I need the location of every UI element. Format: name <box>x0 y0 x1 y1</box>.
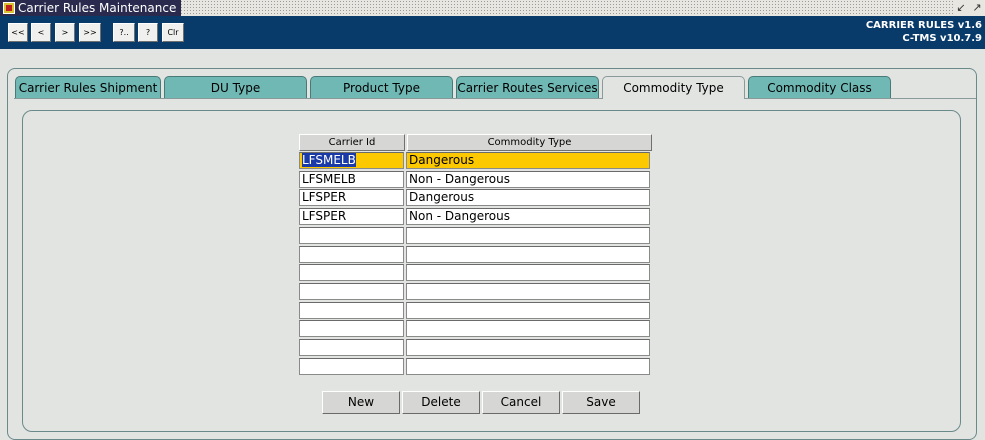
carrier-id-cell[interactable]: LFSMELB <box>299 152 404 169</box>
commodity-type-cell[interactable] <box>406 246 650 263</box>
app-icon <box>3 2 15 14</box>
version-info: CARRIER RULES v1.6 C-TMS v10.7.9 <box>866 19 982 45</box>
carrier-id-cell[interactable] <box>299 283 404 300</box>
previous-record-button[interactable]: < <box>31 23 51 42</box>
first-record-button[interactable]: << <box>8 23 28 42</box>
clear-button[interactable]: Clr <box>162 23 184 42</box>
carrier-id-cell[interactable] <box>299 227 404 244</box>
tab-carrier-routes-services[interactable]: Carrier Routes Services <box>456 76 599 98</box>
commodity-type-cell[interactable] <box>406 320 650 337</box>
tab-product-type[interactable]: Product Type <box>310 76 453 98</box>
commodity-type-cell[interactable]: Dangerous <box>406 152 650 169</box>
tab-commodity-class[interactable]: Commodity Class <box>748 76 891 98</box>
commodity-type-cell[interactable]: Dangerous <box>406 189 650 206</box>
carrier-id-cell[interactable] <box>299 339 404 356</box>
carrier-id-cell[interactable] <box>299 302 404 319</box>
minimize-icon[interactable]: ↙ <box>954 0 968 16</box>
commodity-type-cell[interactable]: Non - Dangerous <box>406 208 650 225</box>
new-button[interactable]: New <box>322 391 400 414</box>
carrier-id-cell[interactable]: LFSPER <box>299 208 404 225</box>
column-header-commodity-type[interactable]: Commodity Type <box>407 134 652 151</box>
query-list-button[interactable]: ?.. <box>113 23 135 42</box>
carrier-id-cell[interactable]: LFSPER <box>299 189 404 206</box>
window-title-bar: Carrier Rules Maintenance ↙ ↗ <box>0 0 985 16</box>
tab-du-type[interactable]: DU Type <box>164 76 307 98</box>
commodity-type-cell[interactable] <box>406 264 650 281</box>
carrier-id-cell[interactable] <box>299 264 404 281</box>
commodity-type-cell[interactable] <box>406 227 650 244</box>
window-title: Carrier Rules Maintenance <box>18 1 177 15</box>
delete-button[interactable]: Delete <box>402 391 480 414</box>
commodity-type-cell[interactable] <box>406 283 650 300</box>
cancel-button[interactable]: Cancel <box>482 391 560 414</box>
save-button[interactable]: Save <box>562 391 640 414</box>
commodity-type-cell[interactable] <box>406 358 650 375</box>
carrier-id-cell[interactable] <box>299 358 404 375</box>
carrier-id-cell[interactable] <box>299 320 404 337</box>
toolbar: << < > >> ?.. ? Clr CARRIER RULES v1.6 C… <box>0 16 985 49</box>
tab-carrier-rules-shipment[interactable]: Carrier Rules Shipment <box>15 76 161 98</box>
title-area: Carrier Rules Maintenance <box>0 0 182 16</box>
commodity-type-cell[interactable]: Non - Dangerous <box>406 171 650 188</box>
column-header-carrier-id[interactable]: Carrier Id <box>299 134 405 151</box>
next-record-button[interactable]: > <box>55 23 75 42</box>
carrier-id-cell[interactable] <box>299 246 404 263</box>
selected-text: LFSMELB <box>302 153 356 167</box>
commodity-type-cell[interactable] <box>406 302 650 319</box>
system-version: C-TMS v10.7.9 <box>902 33 982 44</box>
commodity-type-cell[interactable] <box>406 339 650 356</box>
app-version: CARRIER RULES v1.6 <box>865 20 982 31</box>
tab-commodity-type[interactable]: Commodity Type <box>602 76 745 99</box>
carrier-id-cell[interactable]: LFSMELB <box>299 171 404 188</box>
query-button[interactable]: ? <box>138 23 158 42</box>
last-record-button[interactable]: >> <box>79 23 101 42</box>
maximize-icon[interactable]: ↗ <box>970 0 984 16</box>
